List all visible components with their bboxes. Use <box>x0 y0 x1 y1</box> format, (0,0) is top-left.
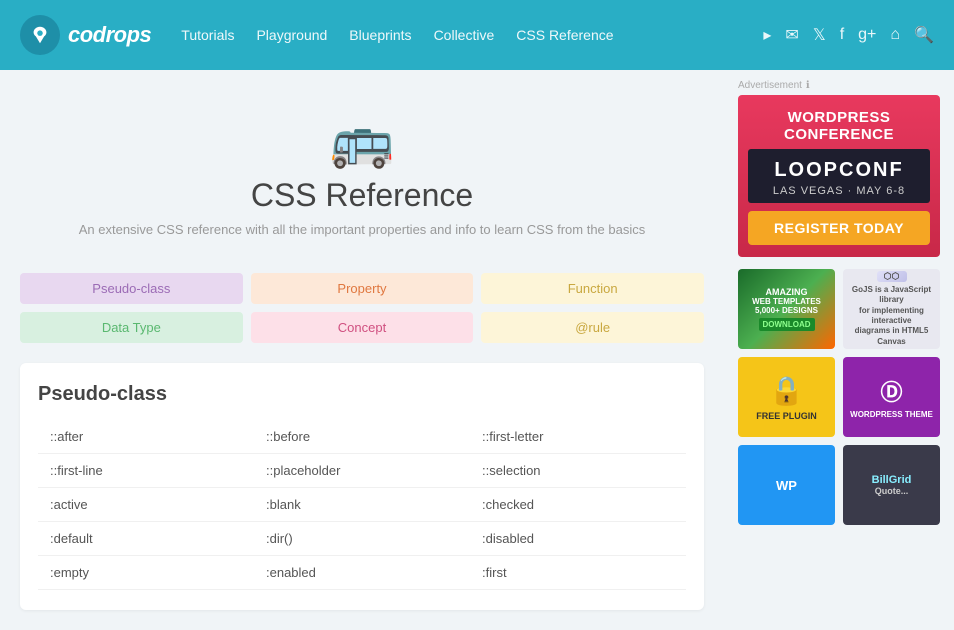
list-item[interactable]: ::before <box>254 420 470 454</box>
logo[interactable]: codrops <box>20 15 151 55</box>
list-item[interactable]: :active <box>38 488 254 522</box>
header-icons: ▸ ✉ 𝕏 f g+ ⌂ 🔍 <box>763 25 934 45</box>
loopconf-logo-text: LOOPCONF <box>756 159 922 182</box>
ad-label: Advertisement ℹ <box>738 80 940 91</box>
list-item[interactable]: ::selection <box>470 454 686 488</box>
page-title: CSS Reference <box>20 177 704 214</box>
nav-tutorials[interactable]: Tutorials <box>181 27 234 43</box>
nav-collective[interactable]: Collective <box>434 27 495 43</box>
items-grid: ::after ::before ::first-letter ::first-… <box>38 420 686 590</box>
free-plugin-ad[interactable]: 🔒 FREE PLUGIN <box>738 357 835 437</box>
gojs-text: GoJS is a JavaScript libraryfor implemen… <box>847 285 936 347</box>
page-subtitle: An extensive CSS reference with all the … <box>20 222 704 237</box>
logo-icon <box>20 15 60 55</box>
list-item[interactable]: :enabled <box>254 556 470 590</box>
list-item[interactable]: ::first-letter <box>470 420 686 454</box>
nav-blueprints[interactable]: Blueprints <box>349 27 411 43</box>
facebook-icon[interactable]: f <box>840 26 844 44</box>
category-grid: Pseudo-class Property Function Data Type… <box>20 273 704 343</box>
wordpress-theme-ad[interactable]: Ⓓ WORDPRESS THEME <box>843 357 940 437</box>
cat-atrule[interactable]: @rule <box>481 312 704 343</box>
ad-line3: 5,000+ DESIGNS <box>755 306 818 315</box>
github-icon[interactable]: ⌂ <box>890 26 900 44</box>
loopconf-logo: LOOPCONF LAS VEGAS · MAY 6-8 <box>748 149 930 203</box>
list-item[interactable]: :blank <box>254 488 470 522</box>
list-item[interactable]: ::first-line <box>38 454 254 488</box>
pseudo-section-title: Pseudo-class <box>38 383 686 406</box>
list-item[interactable]: ::after <box>38 420 254 454</box>
free-plugin-label: FREE PLUGIN <box>756 411 817 421</box>
email-icon[interactable]: ✉ <box>785 25 798 45</box>
header: codrops Tutorials Playground Blueprints … <box>0 0 954 70</box>
list-item[interactable]: :disabled <box>470 522 686 556</box>
wp-label: WP <box>776 478 797 493</box>
download-btn: DOWNLOAD <box>759 318 815 331</box>
search-icon[interactable]: 🔍 <box>914 25 934 45</box>
wp-conf-banner[interactable]: WORDPRESS CONFERENCE LOOPCONF LAS VEGAS … <box>738 95 940 257</box>
lock-icon: 🔒 <box>769 374 804 407</box>
hero: 🚌 CSS Reference An extensive CSS referen… <box>20 90 704 255</box>
register-button[interactable]: REGISTER TODAY <box>748 211 930 245</box>
rss-icon[interactable]: ▸ <box>763 25 771 45</box>
dream-template-ad[interactable]: AMAZING WEB TEMPLATES 5,000+ DESIGNS DOW… <box>738 269 835 349</box>
list-item[interactable]: :empty <box>38 556 254 590</box>
gojs-visual: ⬡⬡ <box>877 271 907 282</box>
googleplus-icon[interactable]: g+ <box>858 26 876 44</box>
bus-icon: 🚌 <box>20 110 704 171</box>
twitter-icon[interactable]: 𝕏 <box>813 25 826 45</box>
gojs-ad[interactable]: ⬡⬡ GoJS is a JavaScript libraryfor imple… <box>843 269 940 349</box>
billgrid-label: BillGrid <box>872 474 912 486</box>
wp-theme-label: WORDPRESS THEME <box>850 410 933 419</box>
cat-function[interactable]: Function <box>481 273 704 304</box>
billgrid-ad[interactable]: BillGrid Quote... <box>843 445 940 525</box>
info-icon: ℹ <box>806 80 810 91</box>
sidebar-ads: AMAZING WEB TEMPLATES 5,000+ DESIGNS DOW… <box>738 269 940 525</box>
conf-title: WORDPRESS CONFERENCE <box>748 109 930 143</box>
cat-pseudo-class[interactable]: Pseudo-class <box>20 273 243 304</box>
list-item[interactable]: ::placeholder <box>254 454 470 488</box>
list-item[interactable]: :checked <box>470 488 686 522</box>
nav-playground[interactable]: Playground <box>256 27 327 43</box>
cat-data-type[interactable]: Data Type <box>20 312 243 343</box>
cat-concept[interactable]: Concept <box>251 312 474 343</box>
list-item[interactable]: :first <box>470 556 686 590</box>
ad-line1: AMAZING <box>766 287 808 297</box>
ad-line2: WEB TEMPLATES <box>752 297 821 306</box>
d-icon: Ⓓ <box>880 375 902 407</box>
list-item[interactable]: :default <box>38 522 254 556</box>
wp-cruise-ad[interactable]: WP <box>738 445 835 525</box>
pseudo-section: Pseudo-class ::after ::before ::first-le… <box>20 363 704 610</box>
billgrid-sublabel: Quote... <box>875 486 909 496</box>
sidebar: Advertisement ℹ WORDPRESS CONFERENCE LOO… <box>724 70 954 630</box>
cat-property[interactable]: Property <box>251 273 474 304</box>
list-item[interactable]: :dir() <box>254 522 470 556</box>
main-nav: Tutorials Playground Blueprints Collecti… <box>181 27 613 43</box>
conf-location: LAS VEGAS · MAY 6-8 <box>756 185 922 197</box>
main-content: 🚌 CSS Reference An extensive CSS referen… <box>0 70 724 630</box>
logo-text: codrops <box>68 22 151 48</box>
nav-css-reference[interactable]: CSS Reference <box>516 27 613 43</box>
